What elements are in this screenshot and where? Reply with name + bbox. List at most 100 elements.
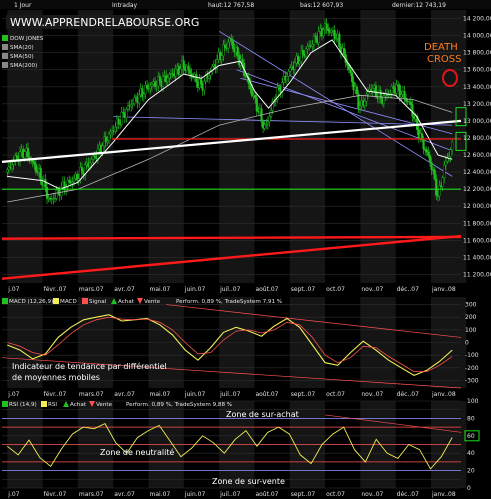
candle-body	[358, 105, 362, 109]
candle-body	[422, 139, 425, 150]
candle-body	[68, 179, 71, 183]
rsi-tick-label: 20	[467, 468, 475, 475]
macd-x-tick-label: févr..07	[44, 391, 67, 398]
price-tick-label: 13 800,00	[463, 50, 491, 57]
price-tick-label: 12 800,00	[463, 135, 491, 142]
candle-body	[409, 101, 412, 106]
candle-body	[130, 104, 133, 107]
candle-body	[236, 47, 239, 56]
rsi-stats: Perform. 0,89 %, TradeSystem 9,88 %	[126, 402, 232, 408]
candle-body	[207, 75, 211, 79]
candle-body	[304, 48, 308, 57]
candle-body	[107, 133, 111, 142]
rsi-x-tick-label: oct.07	[326, 491, 345, 498]
price-tick-label: 11 800,00	[463, 220, 491, 227]
rsi-panel: 0 20 40 60 80 100 j.07 févr..07 mars.07 avr..07 m…	[0, 398, 480, 498]
candle-body	[403, 91, 406, 99]
macd-tick-label: 0	[465, 340, 469, 347]
price-tick-label: 13 200,00	[463, 101, 491, 108]
candle-body	[179, 68, 182, 75]
candle-body	[427, 151, 430, 156]
period-label[interactable]: 1 Jour	[14, 2, 32, 9]
candle-body	[325, 23, 328, 29]
candle-body	[117, 118, 120, 124]
rsi-x-tick-label: juil..07	[219, 491, 240, 498]
candle-body	[395, 84, 398, 94]
candle-body	[168, 74, 171, 79]
grey-square-icon	[2, 44, 8, 50]
price-tick-label: 11 600,00	[463, 237, 491, 244]
rsi-x-tick-label: févr..07	[44, 491, 67, 498]
mode-label[interactable]: Intraday	[112, 2, 138, 9]
rsi-tick-label: 80	[467, 415, 475, 422]
candle-body	[338, 34, 341, 47]
candle-body	[269, 109, 273, 117]
macd-y-axis: -300 -200 -100 0 100 200 300	[465, 302, 479, 385]
candle-body	[449, 149, 452, 157]
candle-body	[90, 159, 93, 164]
macd-x-tick-label: mai.07	[150, 391, 171, 398]
rsi-x-tick-label: janv..08	[431, 491, 456, 498]
candle-body	[80, 167, 84, 172]
macd-x-axis: j.07 févr..07 mars.07 avr..07 mai.07 juin.07 j…	[7, 391, 456, 398]
low-value: bas:12 607,93	[300, 2, 343, 9]
green-square-icon	[2, 298, 8, 304]
candle-body	[438, 185, 441, 197]
candle-body	[15, 155, 18, 158]
candle-body	[430, 161, 433, 170]
candle-body	[34, 164, 37, 173]
candle-body	[223, 44, 227, 48]
price-band	[77, 10, 114, 283]
yellow-square-icon	[53, 298, 59, 304]
candle-body	[400, 94, 403, 98]
candle-body	[443, 164, 446, 179]
macd-legend-signal: Signal	[89, 299, 107, 305]
candle-body	[6, 169, 9, 173]
candle-body	[298, 61, 301, 64]
candle-body	[174, 68, 177, 77]
candle-body	[114, 127, 117, 132]
yellow-square-icon	[41, 401, 47, 407]
rsi-legend-sell: Vente	[96, 402, 113, 408]
macd-x-tick-label: août.07	[255, 391, 278, 398]
candle-body	[161, 76, 165, 87]
candle-body	[285, 76, 289, 81]
price-tick-label: 11 200,00	[463, 271, 491, 278]
high-value: haut:12 767,58	[208, 2, 254, 9]
macd-x-tick-label: juin.07	[184, 391, 206, 398]
legend-sma200: SMA(200)	[10, 63, 37, 69]
green-square-icon	[2, 401, 8, 407]
red-support-line	[1, 235, 462, 240]
candle-body	[322, 29, 325, 37]
price-panel: 11 200,00 11 400,00 11 600,00 11 800,00 12 0…	[0, 9, 491, 293]
candle-body	[374, 85, 378, 97]
price-x-tick-label: oct.07	[326, 286, 345, 293]
macd-tick-label: 200	[465, 314, 477, 321]
price-tick-label: 14 200,00	[463, 16, 491, 23]
candle-body	[289, 67, 292, 72]
macd-legend-macd: MACD	[60, 299, 77, 305]
legend-sma20: SMA(20)	[10, 45, 34, 51]
candle-body	[26, 147, 30, 158]
price-x-tick-label: nov..07	[361, 286, 383, 293]
candle-body	[31, 159, 34, 163]
candle-body	[241, 59, 244, 64]
price-tick-label: 12 600,00	[463, 152, 491, 159]
candle-body	[411, 104, 414, 117]
macd-note-line-1: Indicateur de tendance par différentiel	[12, 361, 167, 371]
macd-panel: -300 -200 -100 0 100 200 300 j.07 févr..07 mars.…	[0, 296, 479, 398]
candle-body	[120, 111, 123, 125]
price-x-tick-label: mai.07	[150, 286, 171, 293]
candle-body	[327, 28, 330, 32]
rsi-x-tick-label: août.07	[255, 491, 278, 498]
candle-body	[349, 69, 352, 73]
oversold-label: Zone de sur-vente	[212, 477, 285, 486]
candle-body	[72, 178, 76, 182]
candle-body	[343, 47, 346, 55]
death-cross-label-2: CROSS	[427, 54, 462, 65]
price-x-tick-label: avr..07	[114, 286, 135, 293]
candle-body	[263, 124, 266, 129]
macd-tick-label: -200	[465, 365, 479, 372]
macd-x-tick-label: oct.07	[326, 391, 345, 398]
price-tick-label: 13 400,00	[463, 84, 491, 91]
